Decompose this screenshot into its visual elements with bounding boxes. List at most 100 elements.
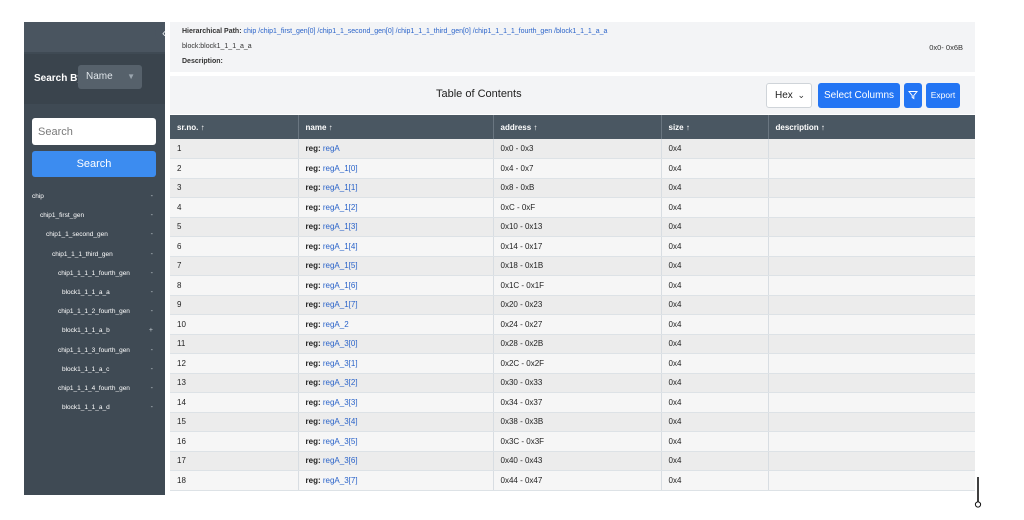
register-link[interactable]: regA_1[1] [323,183,358,192]
register-link[interactable]: regA_1[2] [323,203,358,212]
register-link[interactable]: regA_1[5] [323,261,358,270]
register-link[interactable]: regA_3[5] [323,437,358,446]
tree-toggle-icon[interactable]: - [151,360,153,379]
register-link[interactable]: regA_2 [323,320,349,329]
tree-item[interactable]: chip1_1_second_gen - [24,225,165,244]
tree-item[interactable]: chip1_1_1_4_fourth_gen - [24,379,165,398]
path-value[interactable]: chip /chip1_first_gen[0] /chip1_1_second… [243,28,607,35]
tree-toggle-icon[interactable]: - [151,379,153,398]
tree-item[interactable]: chip - [24,187,165,206]
table-row[interactable]: 4 reg: regA_1[2] 0xC - 0xF 0x4 [170,197,975,218]
export-button[interactable]: Export [926,83,960,108]
filter-icon [907,91,919,100]
filter-button[interactable] [904,83,922,108]
register-link[interactable]: regA_1[3] [323,222,358,231]
tree-item[interactable]: chip1_1_1_third_gen - [24,245,165,264]
cell-name: reg: regA_1[6] [298,275,494,296]
register-link[interactable]: regA_3[0] [323,339,358,348]
cell-name: reg: regA_1[4] [298,236,494,257]
cell-description [768,451,975,471]
register-link[interactable]: regA_3[2] [323,378,358,387]
register-link[interactable]: regA_3[1] [323,359,358,368]
cell-description [768,275,975,296]
reg-keyword: reg: [305,378,321,388]
reg-keyword: reg: [305,261,321,271]
register-link[interactable]: regA [323,144,340,153]
select-columns-button[interactable]: Select Columns [818,83,900,108]
tree-item[interactable]: block1_1_1_a_c - [24,360,165,379]
tree-toggle-icon[interactable]: - [151,341,153,360]
table-row[interactable]: 18 reg: regA_3[7] 0x44 - 0x47 0x4 [170,470,975,491]
reg-keyword: reg: [305,319,321,329]
cell-size: 0x4 [661,178,769,198]
reg-keyword: reg: [305,456,321,466]
tree-toggle-icon[interactable]: - [151,283,153,302]
column-header-size[interactable]: size ↑ [661,115,769,139]
text-cursor-icon [974,477,982,508]
table-row[interactable]: 9 reg: regA_1[7] 0x20 - 0x23 0x4 [170,295,975,315]
cell-address: 0x10 - 0x13 [493,217,662,237]
table-row[interactable]: 14 reg: regA_3[3] 0x34 - 0x37 0x4 [170,392,975,413]
register-link[interactable]: regA_3[7] [323,476,358,485]
cell-address: 0xC - 0xF [493,197,662,218]
table-row[interactable]: 16 reg: regA_3[5] 0x3C - 0x3F 0x4 [170,431,975,452]
table-row[interactable]: 3 reg: regA_1[1] 0x8 - 0xB 0x4 [170,178,975,198]
tree-item-label: chip1_1_1_3_fourth_gen [58,346,130,354]
tree-item-label: block1_1_1_a_d [62,404,110,412]
tree-item[interactable]: chip1_1_1_2_fourth_gen - [24,302,165,321]
tree-toggle-icon[interactable]: - [151,264,153,283]
tree-toggle-icon[interactable]: - [151,206,153,225]
table-row[interactable]: 17 reg: regA_3[6] 0x40 - 0x43 0x4 [170,451,975,471]
table-row[interactable]: 7 reg: regA_1[5] 0x18 - 0x1B 0x4 [170,256,975,276]
column-header-srno[interactable]: sr.no. ↑ [170,115,299,139]
search-by-select[interactable]: Name ▼ [78,65,142,89]
register-link[interactable]: regA_3[4] [323,417,358,426]
table-row[interactable]: 2 reg: regA_1[0] 0x4 - 0x7 0x4 [170,158,975,179]
column-header-name[interactable]: name ↑ [298,115,494,139]
table-row[interactable]: 11 reg: regA_3[0] 0x28 - 0x2B 0x4 [170,334,975,354]
table-row[interactable]: 15 reg: regA_3[4] 0x38 - 0x3B 0x4 [170,412,975,432]
register-link[interactable]: regA_1[0] [323,164,358,173]
cell-description [768,392,975,413]
register-link[interactable]: regA_3[3] [323,398,358,407]
search-input[interactable] [32,118,156,145]
cell-description [768,197,975,218]
tree-item[interactable]: block1_1_1_a_d - [24,398,165,417]
column-header-address[interactable]: address ↑ [493,115,662,139]
register-link[interactable]: regA_3[6] [323,456,358,465]
register-link[interactable]: regA_1[4] [323,242,358,251]
cell-size: 0x4 [661,275,769,296]
register-link[interactable]: regA_1[6] [323,281,358,290]
cell-description [768,412,975,432]
tree-toggle-icon[interactable]: - [151,187,153,206]
cell-size: 0x4 [661,431,769,452]
tree-toggle-icon[interactable]: - [151,225,153,244]
register-link[interactable]: regA_1[7] [323,300,358,309]
table-row[interactable]: 6 reg: regA_1[4] 0x14 - 0x17 0x4 [170,236,975,257]
table-row[interactable]: 5 reg: regA_1[3] 0x10 - 0x13 0x4 [170,217,975,237]
tree-toggle-icon[interactable]: - [151,302,153,321]
cell-srno: 7 [170,256,299,276]
table-row[interactable]: 8 reg: regA_1[6] 0x1C - 0x1F 0x4 [170,275,975,296]
cell-address: 0x34 - 0x37 [493,392,662,413]
tree-toggle-icon[interactable]: - [151,245,153,264]
tree-item[interactable]: block1_1_1_a_b + [24,321,165,340]
tree-item[interactable]: chip1_1_1_1_fourth_gen - [24,264,165,283]
tree-toggle-icon[interactable]: - [151,398,153,417]
reg-keyword: reg: [305,144,321,153]
table-row[interactable]: 12 reg: regA_3[1] 0x2C - 0x2F 0x4 [170,353,975,374]
column-header-description[interactable]: description ↑ [768,115,975,139]
number-format-select[interactable]: Hex ⌄ [766,83,812,108]
tree-item[interactable]: block1_1_1_a_a - [24,283,165,302]
chevron-down-icon: ⌄ [797,90,805,100]
cell-address: 0x38 - 0x3B [493,412,662,432]
table-row[interactable]: 13 reg: regA_3[2] 0x30 - 0x33 0x4 [170,373,975,393]
tree-item[interactable]: chip1_first_gen - [24,206,165,225]
tree-toggle-icon[interactable]: + [149,321,153,340]
cell-description [768,373,975,393]
search-button[interactable]: Search [32,151,156,177]
table-row[interactable]: 1 reg: regA 0x0 - 0x3 0x4 [170,139,975,159]
table-row[interactable]: 10 reg: regA_2 0x24 - 0x27 0x4 [170,314,975,335]
tree-item[interactable]: chip1_1_1_3_fourth_gen - [24,341,165,360]
collapse-sidebar-icon[interactable]: ‹ [155,24,165,42]
